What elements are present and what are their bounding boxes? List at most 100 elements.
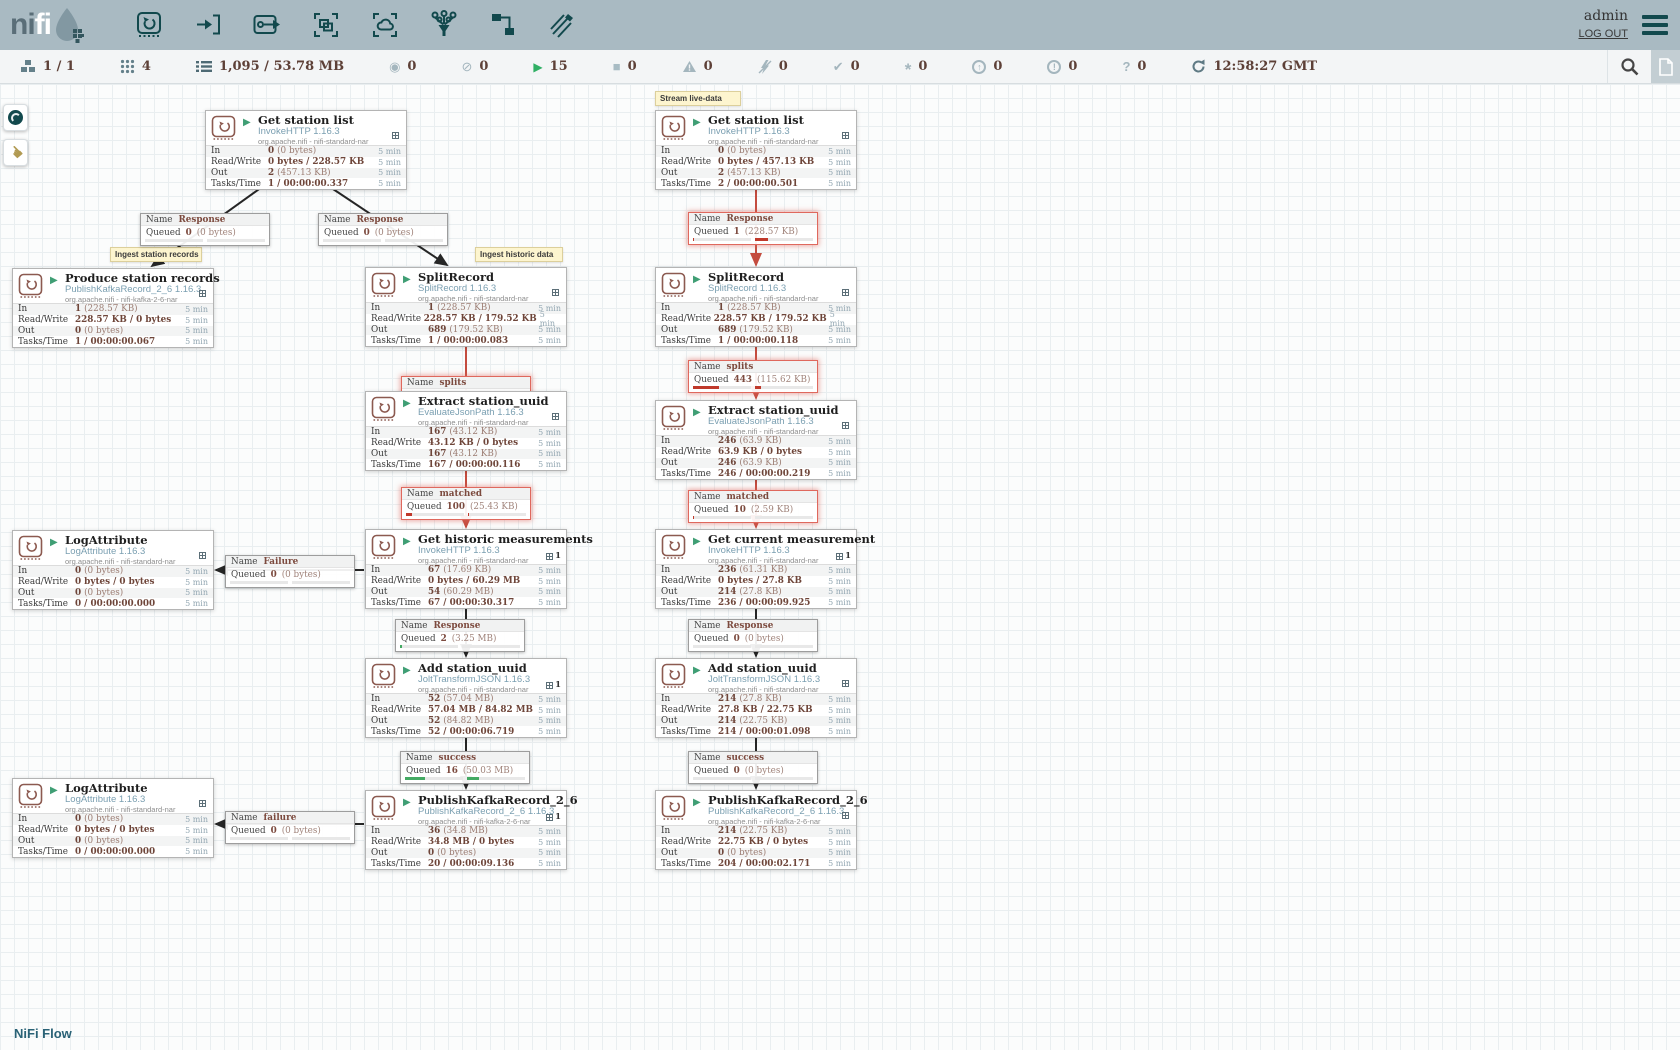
stat-window: 5 min [378, 168, 401, 177]
stat-window: 5 min [378, 158, 401, 167]
label-tool-icon[interactable] [546, 9, 578, 41]
output-port-tool-icon[interactable] [251, 9, 283, 41]
stat-value: 167 [428, 427, 446, 437]
stat-window: 5 min [828, 577, 851, 586]
flow-canvas[interactable]: ☚ ▶ Produce station records PublishKafka… [0, 84, 1680, 1050]
processor[interactable]: ▶ Get current measurement InvokeHTTP 1.1… [655, 529, 857, 609]
stat-label: Tasks/Time [371, 336, 428, 346]
stat-row: Tasks/Time 1 / 00:00:00.083 5 min [366, 335, 566, 346]
stat-window: 5 min [538, 449, 561, 458]
connection-name-key: Name [694, 753, 721, 763]
queued-count: 0 [734, 766, 740, 776]
logout-link[interactable]: LOG OUT [1578, 28, 1628, 40]
processor-stamp-icon [661, 272, 686, 303]
search-button[interactable] [1607, 50, 1651, 83]
refresh-icon[interactable] [1191, 59, 1206, 74]
stat-value-detail: (17.69 KB) [443, 565, 491, 575]
stat-window: 5 min [538, 577, 561, 586]
stat-row: Tasks/Time 52 / 00:00:06.719 5 min [366, 726, 566, 737]
stat-window: 5 min [538, 428, 561, 437]
canvas-label[interactable]: Ingest historic data [475, 247, 563, 262]
processor[interactable]: ▶ PublishKafkaRecord_2_6 PublishKafkaRec… [365, 790, 567, 870]
processor[interactable]: ▶ SplitRecord SplitRecord 1.16.3 org.apa… [655, 267, 857, 347]
processor-type: LogAttribute 1.16.3 [65, 547, 213, 557]
active-thread-count-badge: 1 [546, 812, 561, 822]
stat-window: 5 min [828, 168, 851, 177]
processor[interactable]: ▶ Get historic measurements InvokeHTTP 1… [365, 529, 567, 609]
canvas-label[interactable]: Ingest station records [110, 247, 202, 262]
stat-label: Tasks/Time [661, 336, 718, 346]
stat-row: Read/Write 0 bytes / 27.8 KB 5 min [656, 576, 856, 587]
processor[interactable]: ▶ Get station list InvokeHTTP 1.16.3 org… [655, 110, 857, 190]
connection-label[interactable]: Namesplits Queued443(115.62 KB) [688, 360, 818, 393]
processor[interactable]: ▶ SplitRecord SplitRecord 1.16.3 org.apa… [365, 267, 567, 347]
active-thread-count-badge: 1 [546, 551, 561, 561]
stat-label: Read/Write [18, 315, 75, 325]
stat-value: 0 bytes / 0 bytes [75, 577, 154, 587]
processor-tool-icon[interactable] [133, 9, 165, 41]
stat-row: Out 689 (179.52 KB) 5 min [656, 325, 856, 336]
canvas-label[interactable]: Stream live-data [655, 91, 741, 106]
navigate-palette-button[interactable] [3, 104, 28, 131]
stat-label: Tasks/Time [371, 727, 428, 737]
processor[interactable]: ▶ Get station list InvokeHTTP 1.16.3 org… [205, 110, 407, 190]
processor[interactable]: ▶ Add station_uuid JoltTransformJSON 1.1… [655, 658, 857, 738]
thread-grid-icon [199, 290, 206, 297]
stat-window: 5 min [185, 567, 208, 576]
queued-count: 1 [734, 227, 740, 237]
processor[interactable]: ▶ Extract station_uuid EvaluateJsonPath … [365, 391, 567, 471]
processor[interactable]: ▶ LogAttribute LogAttribute 1.16.3 org.a… [12, 530, 214, 610]
breadcrumb[interactable]: NiFi Flow [14, 1026, 72, 1041]
processor-stats: In 1 (228.57 KB) 5 min Read/Write 228.57… [656, 302, 856, 346]
processor[interactable]: ▶ Add station_uuid JoltTransformJSON 1.1… [365, 658, 567, 738]
stat-row: Read/Write 0 bytes / 457.13 KB 5 min [656, 157, 856, 168]
global-menu-icon[interactable] [1642, 15, 1668, 35]
connection-label[interactable]: NameFailure Queued0(0 bytes) [225, 555, 355, 588]
processor[interactable]: ▶ Produce station records PublishKafkaRe… [12, 268, 214, 348]
stat-value-detail: (27.8 KB) [739, 694, 781, 704]
active-thread-count-badge [842, 680, 851, 687]
stat-row: Read/Write 228.57 KB / 179.52 KB 5 min [366, 314, 566, 325]
processor[interactable]: ▶ PublishKafkaRecord_2_6 PublishKafkaRec… [655, 790, 857, 870]
stat-value: 214 [718, 826, 736, 836]
remote-process-group-tool-icon[interactable] [369, 9, 401, 41]
process-group-tool-icon[interactable] [310, 9, 342, 41]
operate-palette-button[interactable]: ☚ [3, 139, 28, 166]
processor[interactable]: ▶ Extract station_uuid EvaluateJsonPath … [655, 400, 857, 480]
input-port-tool-icon[interactable] [192, 9, 224, 41]
stat-window: 5 min [185, 305, 208, 314]
run-status-icon: ▶ [693, 666, 701, 676]
active-thread-count-badge [199, 800, 208, 807]
run-status-icon: ▶ [50, 276, 58, 286]
stat-row: Read/Write 0 bytes / 228.57 KB 5 min [206, 157, 406, 168]
transmitting-status: ◉0 [389, 59, 416, 74]
processor[interactable]: ▶ LogAttribute LogAttribute 1.16.3 org.a… [12, 778, 214, 858]
stat-window: 5 min [538, 827, 561, 836]
thread-grid-icon [199, 552, 206, 559]
connection-label[interactable]: NameResponse Queued0(0 bytes) [688, 619, 818, 652]
template-tool-icon[interactable] [487, 9, 519, 41]
connection-label[interactable]: NameResponse Queued0(0 bytes) [318, 213, 448, 246]
connection-label[interactable]: Namematched Queued10(2.59 KB) [688, 490, 818, 523]
connection-name-key: Name [231, 557, 258, 567]
stat-value-detail: (228.57 KB) [727, 303, 780, 313]
stat-label: Read/Write [661, 157, 718, 167]
stat-label: Out [661, 716, 718, 726]
running-icon: ▶ [533, 61, 542, 73]
refresh-status[interactable]: 12:58:27 GMT [1191, 59, 1317, 74]
connection-label[interactable]: Namefailure Queued0(0 bytes) [225, 811, 355, 844]
stat-label: In [18, 304, 75, 314]
bulletin-board-button[interactable] [1651, 50, 1680, 83]
funnel-tool-icon[interactable] [428, 9, 460, 41]
queued-key: Queued [406, 766, 441, 776]
connection-label[interactable]: NameResponse Queued0(0 bytes) [140, 213, 270, 246]
running-status: ▶15 [533, 59, 567, 74]
thread-grid-icon [199, 800, 206, 807]
connection-label[interactable]: NameResponse Queued2(3.25 MB) [395, 619, 525, 652]
connection-label[interactable]: Namesuccess Queued16(50.03 MB) [400, 751, 530, 784]
connection-label[interactable]: Namematched Queued100(25.43 KB) [401, 487, 531, 520]
connection-label[interactable]: Namesuccess Queued0(0 bytes) [688, 751, 818, 784]
stopped-icon: ■ [613, 60, 621, 73]
stat-value-detail: (43.12 KB) [449, 449, 497, 459]
connection-label[interactable]: NameResponse Queued1(228.57 KB) [688, 212, 818, 245]
